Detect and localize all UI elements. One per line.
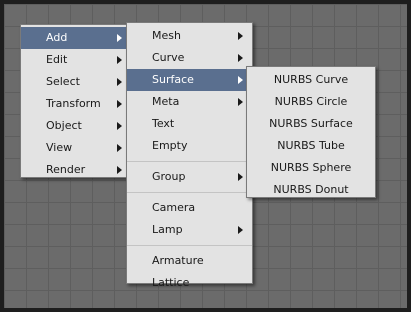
submenu-arrow-icon: [238, 98, 243, 106]
menu-separator: [127, 161, 252, 162]
menu-item-label: Text: [152, 117, 175, 130]
menu-item-label: NURBS Donut: [273, 183, 349, 196]
menu-item-label: Lattice: [152, 276, 190, 289]
submenu-arrow-icon: [238, 173, 243, 181]
submenu-arrow-icon: [238, 32, 243, 40]
menu-item-curve[interactable]: Curve: [127, 47, 252, 69]
submenu-arrow-icon: [117, 78, 122, 86]
menu-item-label: Render: [46, 163, 86, 176]
add-submenu: Mesh Curve Surface Meta Text Empty Group…: [126, 22, 253, 289]
menu-item-label: View: [46, 141, 73, 154]
menu-item-nurbs-circle[interactable]: NURBS Circle: [247, 91, 375, 113]
submenu-arrow-icon: [238, 54, 243, 62]
submenu-arrow-icon: [117, 34, 122, 42]
menu-item-transform[interactable]: Transform: [21, 93, 131, 115]
menu-item-label: Transform: [46, 97, 101, 110]
menu-item-label: NURBS Tube: [277, 139, 345, 152]
menu-separator: [127, 245, 252, 246]
submenu-arrow-icon: [117, 122, 122, 130]
menu-item-nurbs-curve[interactable]: NURBS Curve: [247, 69, 375, 91]
menu-item-label: Curve: [152, 51, 185, 64]
menu-item-label: Empty: [152, 139, 188, 152]
menu-item-group[interactable]: Group: [127, 166, 252, 188]
menu-item-meta[interactable]: Meta: [127, 91, 252, 113]
surface-submenu: NURBS Curve NURBS Circle NURBS Surface N…: [246, 66, 376, 198]
menu-item-label: Camera: [152, 201, 196, 214]
menu-separator: [127, 192, 252, 193]
submenu-arrow-icon: [238, 76, 243, 84]
menu-item-label: Armature: [152, 254, 204, 267]
submenu-arrow-icon: [117, 144, 122, 152]
main-menu: Add Edit Select Transform Object View Re…: [20, 24, 132, 178]
menu-item-lamp[interactable]: Lamp: [127, 219, 252, 241]
submenu-arrow-icon: [117, 56, 122, 64]
menu-item-label: Add: [46, 31, 68, 44]
submenu-arrow-icon: [117, 166, 122, 174]
menu-item-label: Object: [46, 119, 82, 132]
menu-item-camera[interactable]: Camera: [127, 197, 252, 219]
submenu-arrow-icon: [238, 226, 243, 234]
menu-item-text[interactable]: Text: [127, 113, 252, 135]
menu-item-edit[interactable]: Edit: [21, 49, 131, 71]
menu-item-view[interactable]: View: [21, 137, 131, 159]
menu-item-surface[interactable]: Surface: [127, 69, 252, 91]
menu-item-label: NURBS Sphere: [270, 161, 352, 174]
menu-item-label: Select: [46, 75, 80, 88]
menu-item-nurbs-tube[interactable]: NURBS Tube: [247, 135, 375, 157]
menu-item-add[interactable]: Add: [21, 27, 131, 49]
menu-item-label: Meta: [152, 95, 180, 108]
menu-item-mesh[interactable]: Mesh: [127, 25, 252, 47]
menu-item-nurbs-sphere[interactable]: NURBS Sphere: [247, 157, 375, 179]
menu-item-lattice[interactable]: Lattice: [127, 272, 252, 294]
menu-item-label: Group: [152, 170, 186, 183]
menu-item-nurbs-donut[interactable]: NURBS Donut: [247, 179, 375, 201]
menu-item-select[interactable]: Select: [21, 71, 131, 93]
menu-item-label: NURBS Curve: [273, 73, 349, 86]
menu-item-object[interactable]: Object: [21, 115, 131, 137]
menu-item-render[interactable]: Render: [21, 159, 131, 181]
menu-item-armature[interactable]: Armature: [127, 250, 252, 272]
menu-item-label: NURBS Circle: [274, 95, 348, 108]
menu-item-label: Lamp: [152, 223, 183, 236]
menu-item-label: NURBS Surface: [269, 117, 353, 130]
menu-item-label: Mesh: [152, 29, 181, 42]
submenu-arrow-icon: [117, 100, 122, 108]
menu-item-label: Surface: [152, 73, 194, 86]
menu-item-nurbs-surface[interactable]: NURBS Surface: [247, 113, 375, 135]
menu-item-empty[interactable]: Empty: [127, 135, 252, 157]
menu-item-label: Edit: [46, 53, 68, 66]
